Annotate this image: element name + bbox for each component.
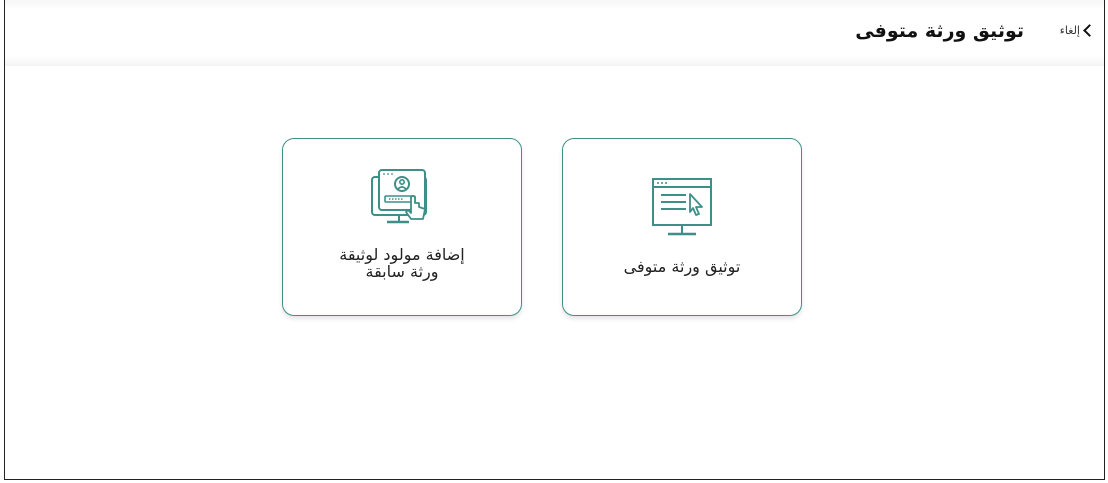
option-label: إضافة مولود لوثيقة ورثة سابقة	[283, 246, 521, 280]
option-card-heirs-documentation[interactable]: توثيق ورثة متوفى	[562, 138, 802, 316]
option-label-line-2: ورثة سابقة	[365, 262, 439, 281]
page-header: إلغاء توثيق ورثة متوفى	[5, 0, 1104, 66]
monitor-user-touch-icon	[371, 169, 427, 224]
page-frame: إلغاء توثيق ورثة متوفى توثيق ورثة متوفى	[4, 0, 1105, 480]
option-label-line-1: إضافة مولود لوثيقة	[339, 245, 465, 264]
monitor-cursor-icon	[652, 178, 712, 236]
cancel-button[interactable]: إلغاء	[1059, 24, 1096, 37]
option-label: توثيق ورثة متوفى	[623, 257, 741, 276]
option-card-add-newborn[interactable]: إضافة مولود لوثيقة ورثة سابقة	[282, 138, 522, 316]
cancel-label: إلغاء	[1059, 24, 1080, 37]
page-title: توثيق ورثة متوفى	[855, 20, 1024, 42]
chevron-left-icon	[1083, 24, 1096, 37]
